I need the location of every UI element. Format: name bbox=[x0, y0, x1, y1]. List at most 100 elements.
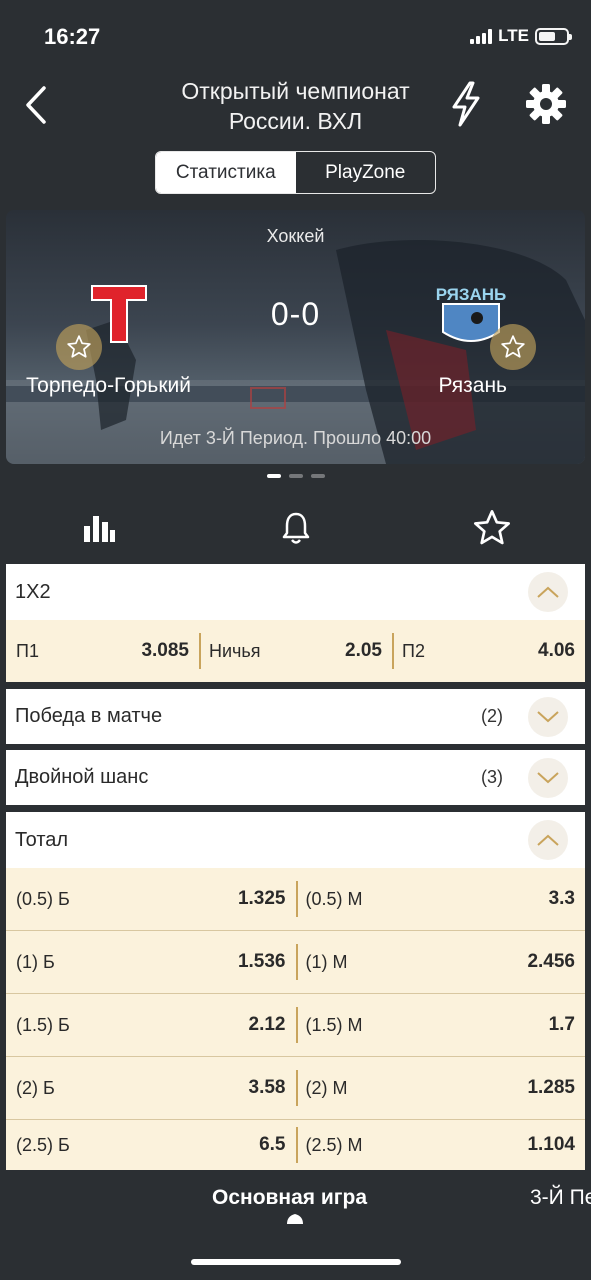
bar-chart-icon bbox=[84, 516, 115, 542]
odds-value: 1.285 bbox=[527, 1077, 575, 1098]
page-title-line1: Открытый чемпионат bbox=[181, 78, 410, 104]
bottom-period-tabs: Основная игра 3-Й Пе bbox=[0, 1170, 591, 1280]
odds-cell-over[interactable]: (0.5) Б 1.325 bbox=[6, 868, 296, 930]
status-bar: 16:27 LTE bbox=[0, 0, 591, 70]
gear-icon bbox=[526, 84, 566, 124]
odds-label: (1) М bbox=[305, 951, 348, 972]
odds-value: 3.085 bbox=[141, 640, 189, 661]
carousel-dot[interactable] bbox=[266, 474, 281, 478]
match-score: 0-0 bbox=[270, 296, 321, 332]
odds-label: П2 bbox=[402, 640, 425, 661]
chevron-down-icon bbox=[537, 711, 559, 723]
total-row: (2.5) Б 6.5 (2.5) М 1.104 bbox=[6, 1119, 585, 1170]
tab-period-3[interactable]: 3-Й Пе bbox=[530, 1186, 591, 1210]
sport-label: Хоккей bbox=[266, 226, 325, 246]
market-1x2-odds: П1 3.085 Ничья 2.05 П2 4.06 bbox=[6, 620, 585, 682]
odds-cell-under[interactable]: (1) М 2.456 bbox=[295, 931, 586, 993]
odds-value: 2.456 bbox=[527, 951, 575, 972]
bell-icon bbox=[282, 512, 310, 544]
expand-button[interactable] bbox=[528, 758, 568, 798]
header: Открытый чемпионат России. ВХЛ bbox=[0, 70, 591, 145]
odds-label: (1.5) М bbox=[305, 1014, 363, 1035]
market-title: 1X2 bbox=[15, 580, 51, 603]
stats-button[interactable] bbox=[78, 508, 118, 548]
odds-cell-under[interactable]: (2.5) М 1.104 bbox=[295, 1120, 586, 1170]
back-button[interactable] bbox=[18, 82, 58, 128]
battery-icon bbox=[535, 27, 572, 45]
odds-label: (2) Б bbox=[16, 1077, 55, 1098]
total-row: (2) Б 3.58 (2) М 1.285 bbox=[6, 1056, 585, 1119]
market-double-header[interactable]: Двойной шанс (3) bbox=[6, 750, 585, 805]
odds-cell-under[interactable]: (0.5) М 3.3 bbox=[295, 868, 586, 930]
page-title-line2: России. ВХЛ bbox=[228, 108, 363, 134]
odds-value: 1.536 bbox=[237, 951, 286, 972]
carousel-dot[interactable] bbox=[288, 474, 303, 478]
favorite-match-button[interactable] bbox=[472, 508, 512, 548]
odds-cell-p2[interactable]: П2 4.06 bbox=[392, 620, 585, 682]
tab-main-game[interactable]: Основная игра bbox=[212, 1186, 367, 1210]
odds-cell-over[interactable]: (1.5) Б 2.12 bbox=[6, 994, 296, 1056]
odds-value: 6.5 bbox=[259, 1134, 286, 1155]
total-row: (0.5) Б 1.325 (0.5) М 3.3 bbox=[6, 868, 585, 930]
notifications-button[interactable] bbox=[276, 508, 316, 548]
active-tab-indicator-icon bbox=[287, 1214, 303, 1224]
match-banner[interactable]: Хоккей РЯЗАНЬ 0-0 Торпедо-Горький Рязань… bbox=[6, 210, 585, 464]
view-switcher: Статистика PlayZone bbox=[155, 151, 436, 194]
match-period-status: Идет 3-Й Период. Прошло 40:00 bbox=[159, 428, 432, 448]
status-time: 16:27 bbox=[44, 24, 101, 49]
carousel-dot[interactable] bbox=[310, 474, 325, 478]
odds-label: (1.5) Б bbox=[16, 1014, 70, 1035]
odds-label: Ничья bbox=[209, 640, 261, 661]
total-row: (1) Б 1.536 (1) М 2.456 bbox=[6, 930, 585, 993]
network-label: LTE bbox=[498, 26, 529, 45]
market-total-header[interactable]: Тотал bbox=[6, 812, 585, 868]
star-icon bbox=[501, 335, 525, 358]
settings-button[interactable] bbox=[524, 82, 568, 126]
odds-cell-p1[interactable]: П1 3.085 bbox=[6, 620, 199, 682]
market-win-header[interactable]: Победа в матче (2) bbox=[6, 689, 585, 744]
team-left-name: Торпедо-Горький bbox=[26, 374, 191, 397]
chevron-left-icon bbox=[26, 86, 46, 124]
odds-cell-over[interactable]: (1) Б 1.536 bbox=[6, 931, 296, 993]
expand-button[interactable] bbox=[528, 697, 568, 737]
odds-cell-under[interactable]: (1.5) М 1.7 bbox=[295, 994, 586, 1056]
chevron-up-icon bbox=[537, 586, 559, 598]
odds-value: 1.7 bbox=[548, 1014, 575, 1035]
odds-label: (2.5) М bbox=[305, 1134, 363, 1155]
odds-cell-over[interactable]: (2.5) Б 6.5 bbox=[6, 1120, 296, 1170]
odds-label: (1) Б bbox=[16, 951, 55, 972]
odds-value: 2.05 bbox=[345, 640, 382, 661]
odds-value: 3.3 bbox=[548, 888, 575, 909]
market-1x2-header[interactable]: 1X2 bbox=[6, 564, 585, 620]
market-title: Двойной шанс bbox=[15, 766, 149, 788]
odds-value: 2.12 bbox=[248, 1014, 286, 1035]
carousel-indicator bbox=[0, 474, 591, 478]
home-indicator[interactable] bbox=[191, 1259, 401, 1265]
odds-cell-under[interactable]: (2) М 1.285 bbox=[295, 1057, 586, 1119]
chevron-up-icon bbox=[537, 834, 559, 846]
market-title: Победа в матче bbox=[15, 705, 163, 727]
star-icon bbox=[474, 510, 510, 545]
signal-icon bbox=[470, 28, 493, 44]
star-icon bbox=[67, 335, 91, 358]
chevron-down-icon bbox=[537, 772, 559, 784]
tab-statistics[interactable]: Статистика bbox=[156, 152, 296, 193]
odds-label: (2) М bbox=[305, 1077, 348, 1098]
total-row: (1.5) Б 2.12 (1.5) М 1.7 bbox=[6, 993, 585, 1056]
odds-cell-over[interactable]: (2) Б 3.58 bbox=[6, 1057, 296, 1119]
tab-playzone[interactable]: PlayZone bbox=[296, 152, 436, 193]
odds-value: 4.06 bbox=[538, 640, 575, 661]
match-actions bbox=[0, 500, 591, 556]
odds-value: 3.58 bbox=[248, 1077, 286, 1098]
odds-value: 1.104 bbox=[527, 1134, 575, 1155]
odds-label: П1 bbox=[16, 640, 39, 661]
live-button[interactable] bbox=[446, 80, 486, 128]
lightning-icon bbox=[452, 81, 480, 127]
odds-label: (2.5) Б bbox=[16, 1134, 70, 1155]
collapse-button[interactable] bbox=[528, 820, 568, 860]
odds-cell-draw[interactable]: Ничья 2.05 bbox=[199, 620, 392, 682]
collapse-button[interactable] bbox=[528, 572, 568, 612]
odds-value: 1.325 bbox=[237, 888, 286, 909]
odds-label: (0.5) М bbox=[305, 888, 363, 909]
status-indicators: LTE bbox=[470, 26, 572, 46]
